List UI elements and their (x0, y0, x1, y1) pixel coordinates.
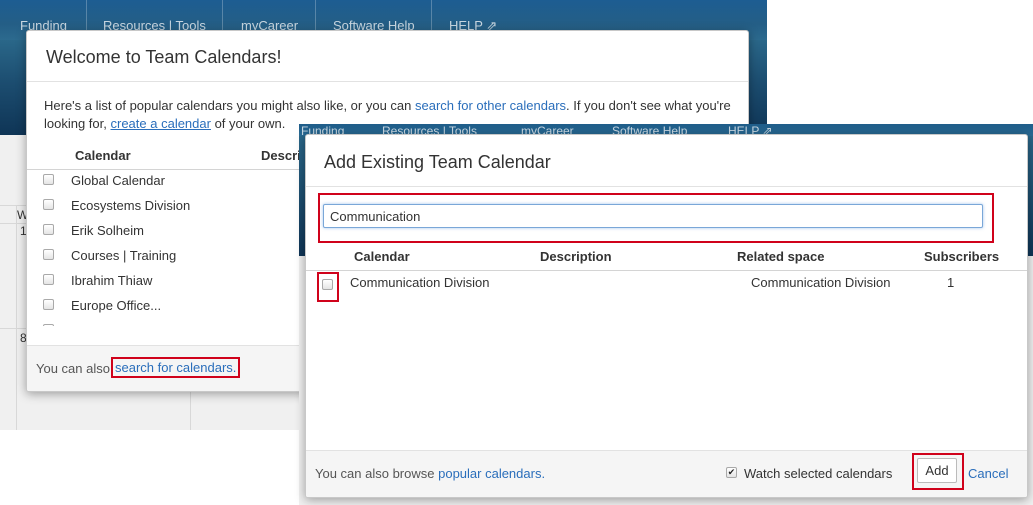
column-header-subscribers: Subscribers (924, 249, 1000, 264)
column-header-related-space: Related space (737, 249, 825, 264)
add-table-header: Calendar Description Related space Subsc… (306, 243, 1027, 271)
create-calendar-link[interactable]: create a calendar (111, 116, 211, 131)
calendar-checkbox[interactable] (43, 199, 54, 210)
column-header-calendar: Calendar (75, 148, 131, 163)
calendar-search-input[interactable] (323, 204, 983, 228)
search-for-calendars-link[interactable]: search for calendars. (111, 357, 241, 378)
add-button-highlight: Add (912, 453, 964, 490)
footer-text: You can also browse popular calendars. (315, 466, 546, 481)
calendar-checkbox[interactable] (43, 274, 54, 285)
add-button[interactable]: Add (917, 458, 957, 483)
calendar-checkbox (43, 324, 54, 326)
cancel-link[interactable]: Cancel (968, 466, 1008, 481)
add-calendar-dialog: Add Existing Team Calendar Calendar Desc… (305, 134, 1028, 498)
cell-calendar: Communication Division (350, 275, 490, 290)
calendar-checkbox[interactable] (43, 224, 54, 235)
calendar-checkbox[interactable] (43, 249, 54, 260)
calendar-checkbox[interactable] (43, 174, 54, 185)
calendar-checkbox[interactable] (43, 299, 54, 310)
add-dialog-title: Add Existing Team Calendar (324, 152, 551, 172)
search-highlight (318, 193, 994, 243)
column-header-description: Description (540, 249, 612, 264)
calendar-name: Courses | Training (71, 248, 177, 263)
add-dialog-header: Add Existing Team Calendar (306, 135, 1027, 187)
row-checkbox-highlight (317, 272, 339, 302)
calendar-name: Erik Solheim (71, 223, 144, 238)
row-checkbox[interactable] (322, 279, 333, 290)
column-header-calendar: Calendar (354, 249, 410, 264)
footer-text: You can also (36, 361, 110, 376)
cell-related-space: Communication Division (751, 275, 891, 290)
calendar-name: Europe Office... (71, 298, 162, 313)
watch-calendars-label: Watch selected calendars (744, 466, 893, 481)
welcome-dialog-title: Welcome to Team Calendars! (46, 47, 282, 67)
search-other-calendars-link[interactable]: search for other calendars (415, 98, 566, 113)
calendar-name: Ecosystems Division (71, 198, 191, 213)
welcome-dialog-header: Welcome to Team Calendars! (27, 31, 748, 82)
watch-calendars-checkbox[interactable]: ✔ (726, 467, 737, 478)
calendar-name: Global Calendar (71, 173, 165, 188)
cell-subscribers: 1 (947, 275, 955, 290)
add-dialog-footer: You can also browse popular calendars. ✔… (306, 450, 1027, 497)
popular-calendars-link[interactable]: popular calendars. (438, 466, 545, 481)
table-row[interactable]: Communication Division Communication Div… (306, 271, 1027, 302)
calendar-name: Ibrahim Thiaw (71, 273, 153, 288)
